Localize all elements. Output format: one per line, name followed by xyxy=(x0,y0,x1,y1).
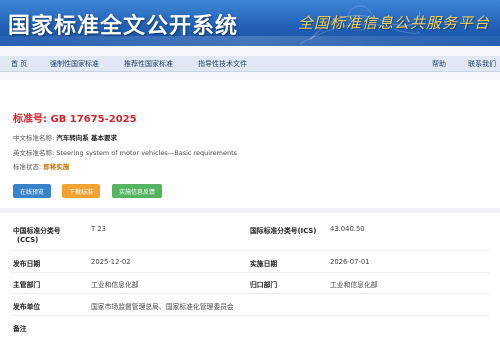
owner-dept-label: 归口部门 xyxy=(250,281,278,289)
status-label: 标准状态: xyxy=(13,163,42,171)
english-name-label: 英文标准名称: xyxy=(13,149,55,157)
publish-date-value: 2025-12-02 xyxy=(91,258,131,266)
implement-date-label: 实施日期 xyxy=(250,260,278,268)
implement-date-value: 2026-07-01 xyxy=(330,258,370,266)
remark-label: 备注 xyxy=(13,325,27,333)
ics-value: 43.040.50 xyxy=(330,225,365,233)
standard-detail-panel: 标准号: GB 17675-2025 中文标准名称: 汽车转向系 基本要求 英文… xyxy=(0,80,500,349)
ccs-value: T 23 xyxy=(91,225,106,233)
competent-dept-value: 工业和信息化部 xyxy=(91,281,139,289)
row-divider xyxy=(10,315,490,316)
ccs-label-suffix: (CCS) xyxy=(17,236,39,244)
nav-help[interactable]: 帮助 xyxy=(432,59,446,69)
nav-contact[interactable]: 联系我们 xyxy=(468,59,496,69)
owner-dept-value: 工业和信息化部 xyxy=(330,281,378,289)
preview-button[interactable]: 在线预览 xyxy=(13,184,51,198)
status-row: 标准状态: 即将实施 xyxy=(13,161,69,171)
competent-dept-label: 主管部门 xyxy=(13,281,41,289)
standard-number-label: 标准号: xyxy=(13,114,47,125)
site-banner: 国家标准全文公开系统 全国标准信息公共服务平台 xyxy=(0,0,500,46)
english-name-value: Steering system of motor vehicles—Basic … xyxy=(56,149,238,157)
site-title: 国家标准全文公开系统 xyxy=(8,14,239,39)
chinese-name-row: 中文标准名称: 汽车转向系 基本要求 xyxy=(13,132,117,142)
main-nav: 首 页 强制性国家标准 推荐性国家标准 指导性技术文件 帮助 联系我们 xyxy=(0,56,500,72)
section-divider xyxy=(0,208,500,213)
chinese-name-label: 中文标准名称: xyxy=(13,134,55,142)
row-divider xyxy=(10,272,490,273)
standard-number: 标准号: GB 17675-2025 xyxy=(13,110,137,125)
site-slogan: 全国标准信息公共服务平台 xyxy=(297,14,490,32)
row-divider xyxy=(10,293,490,294)
ccs-label: 中国标准分类号 xyxy=(13,227,61,235)
ics-label: 国际标准分类号(ICS) xyxy=(250,227,317,235)
publish-date-label: 发布日期 xyxy=(13,260,41,268)
issuer-label: 发布单位 xyxy=(13,303,41,311)
nav-guidance-documents[interactable]: 指导性技术文件 xyxy=(198,59,247,69)
english-name-row: 英文标准名称: Steering system of motor vehicle… xyxy=(13,147,237,157)
nav-home[interactable]: 首 页 xyxy=(11,59,27,69)
nav-recommended-standards[interactable]: 推荐性国家标准 xyxy=(124,59,173,69)
status-badge: 即将实施 xyxy=(43,163,70,171)
row-divider xyxy=(10,250,490,251)
feedback-button[interactable]: 实施信息反馈 xyxy=(112,184,162,198)
download-button[interactable]: 下载标准 xyxy=(62,184,100,198)
chinese-name-value: 汽车转向系 基本要求 xyxy=(56,134,118,142)
standard-number-value: GB 17675-2025 xyxy=(50,114,137,125)
issuer-value: 国家市场监督管理总局、国家标准化管理委员会 xyxy=(91,303,234,311)
nav-mandatory-standards[interactable]: 强制性国家标准 xyxy=(50,59,99,69)
